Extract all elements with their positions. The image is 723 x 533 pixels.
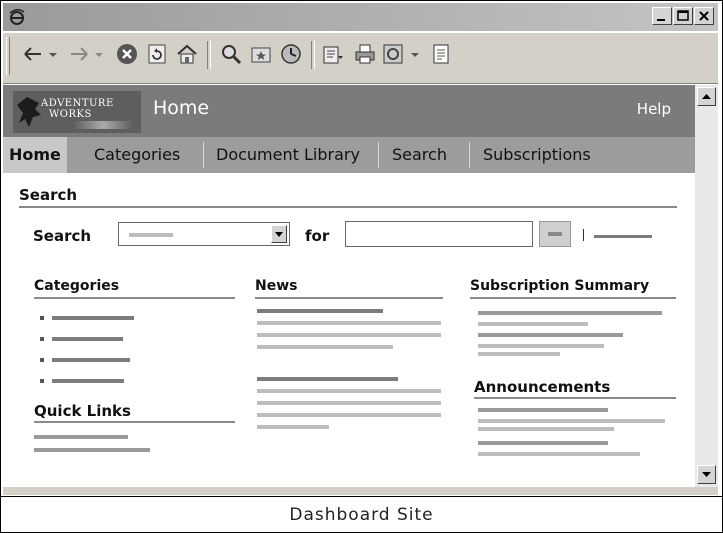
chevron-down-icon (275, 232, 283, 237)
announcements-heading: Announcements (474, 378, 611, 396)
stop-icon[interactable] (115, 42, 139, 66)
news-heading: News (255, 278, 298, 294)
arrow-up-icon (702, 94, 711, 99)
climber-logo-icon (17, 97, 41, 127)
back-dropdown-icon[interactable] (47, 42, 59, 66)
toolbar-separator (207, 41, 211, 69)
mail-icon[interactable] (321, 42, 345, 66)
for-label: for (305, 227, 330, 245)
help-link[interactable]: Help (637, 100, 671, 118)
category-select[interactable] (118, 222, 290, 246)
scroll-down-button[interactable] (697, 465, 716, 484)
logo-text: ADVENTURE WORKS (41, 98, 114, 120)
arrow-down-icon (702, 472, 711, 477)
home-icon[interactable] (175, 42, 199, 66)
page-viewport: ADVENTURE WORKS Home Help Home Categorie… (3, 85, 695, 487)
adventure-works-logo[interactable]: ADVENTURE WORKS (13, 91, 141, 133)
quick-links-heading: Quick Links (34, 402, 131, 420)
advanced-search-link[interactable] (594, 235, 652, 238)
select-dropdown-button[interactable] (271, 225, 287, 243)
title-bar (3, 3, 718, 31)
forward-arrow-icon[interactable] (67, 42, 91, 66)
page-title: Home (153, 97, 210, 119)
forward-dropdown-icon[interactable] (93, 42, 105, 66)
toolbar-separator (311, 41, 315, 69)
close-button[interactable] (694, 7, 714, 25)
site-header: ADVENTURE WORKS Home Help (3, 85, 695, 137)
tab-search[interactable]: Search (392, 137, 447, 173)
search-icon[interactable] (219, 42, 243, 66)
vertical-scrollbar[interactable] (695, 85, 718, 487)
site-nav: Home Categories Document Library Search … (3, 137, 695, 173)
tab-categories[interactable]: Categories (94, 137, 180, 173)
category-link[interactable] (52, 316, 134, 320)
news-headline[interactable] (257, 377, 398, 381)
maximize-button[interactable] (673, 7, 693, 25)
search-go-button[interactable] (539, 221, 571, 247)
refresh-icon[interactable] (145, 42, 169, 66)
category-link[interactable] (52, 358, 130, 362)
subscription-summary-heading: Subscription Summary (470, 278, 650, 294)
announcement-title[interactable] (478, 408, 608, 412)
tab-subscriptions[interactable]: Subscriptions (483, 137, 591, 173)
search-heading: Search (19, 186, 78, 204)
news-headline[interactable] (257, 309, 383, 313)
search-label: Search (33, 227, 92, 245)
back-arrow-icon[interactable] (21, 42, 45, 66)
discuss-icon[interactable] (429, 42, 453, 66)
history-icon[interactable] (279, 42, 303, 66)
quick-link[interactable] (34, 448, 150, 452)
edit-dropdown-icon[interactable] (409, 42, 421, 66)
category-link[interactable] (52, 379, 124, 383)
favorites-icon[interactable] (249, 42, 273, 66)
scroll-up-button[interactable] (697, 87, 716, 106)
print-icon[interactable] (353, 42, 377, 66)
quick-link[interactable] (34, 435, 128, 439)
category-link[interactable] (52, 337, 123, 341)
tab-home[interactable]: Home (3, 137, 67, 173)
categories-heading: Categories (34, 278, 120, 294)
minimize-button[interactable] (652, 7, 672, 25)
subscription-item[interactable] (478, 311, 662, 315)
tab-document-library[interactable]: Document Library (216, 137, 360, 173)
status-bar (3, 487, 718, 495)
ie-logo-icon (9, 9, 25, 25)
search-input[interactable] (345, 221, 533, 247)
toolbar-grip[interactable] (6, 37, 10, 75)
subscription-item[interactable] (478, 333, 623, 337)
edit-icon[interactable] (381, 42, 405, 66)
announcement-title[interactable] (478, 441, 608, 445)
figure-caption: Dashboard Site (289, 505, 434, 525)
browser-toolbar (3, 33, 718, 84)
